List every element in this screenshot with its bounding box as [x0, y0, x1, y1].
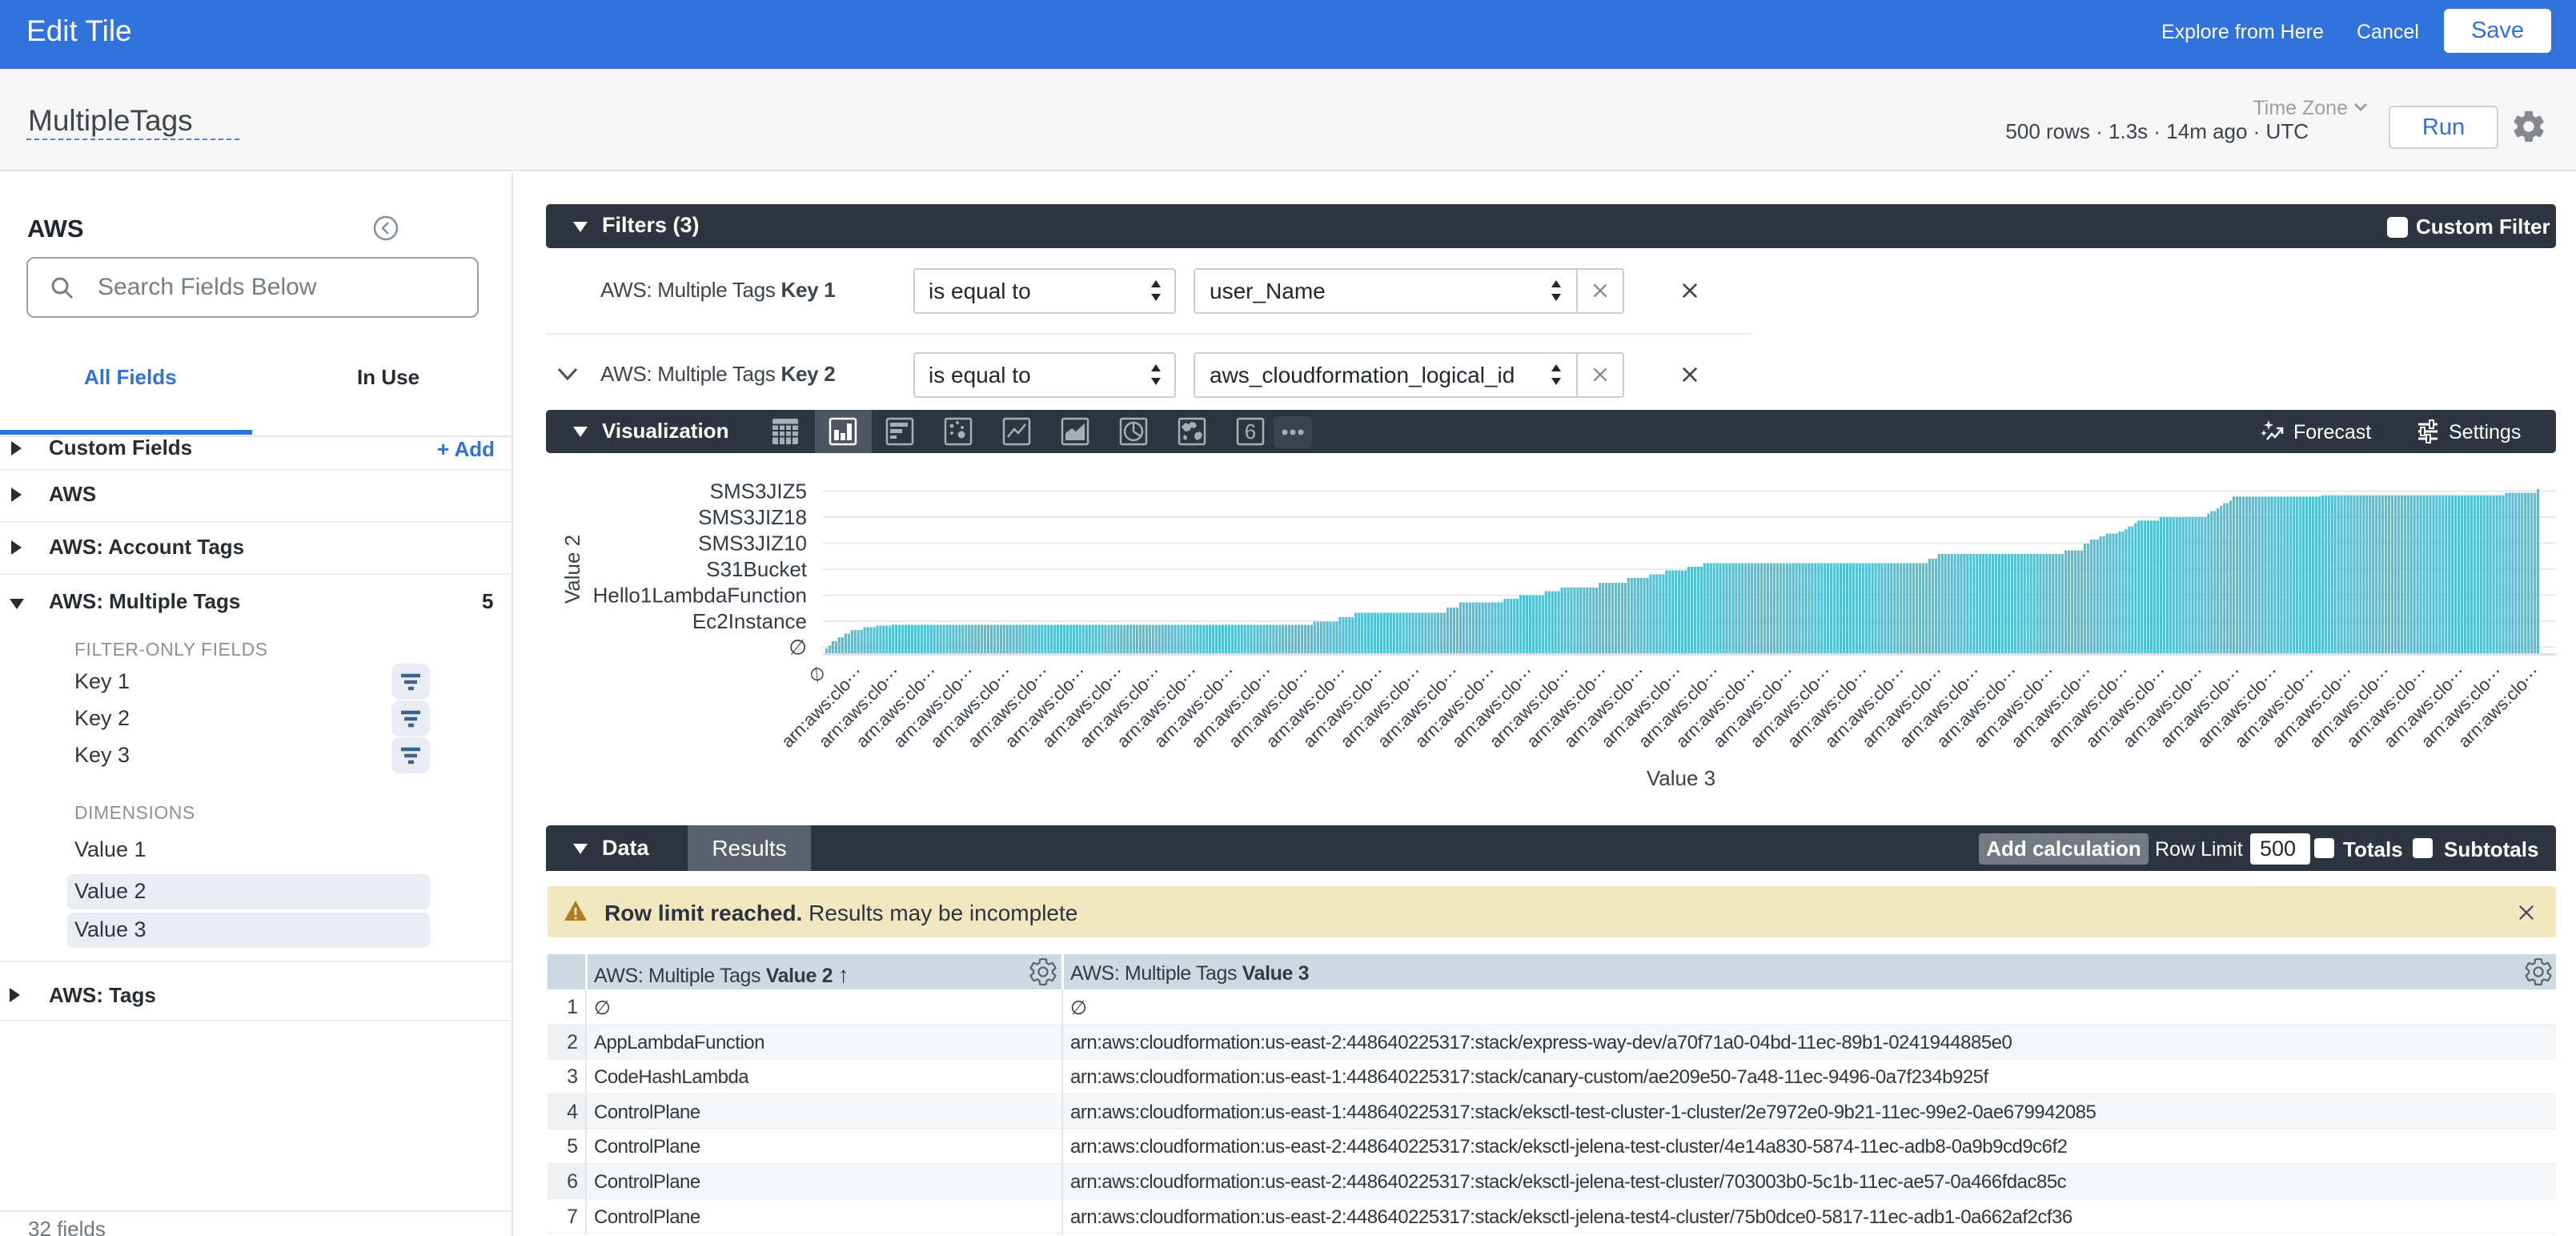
svg-text:∅: ∅	[804, 662, 829, 687]
svg-text:S31Bucket: S31Bucket	[706, 557, 808, 581]
svg-text:6: 6	[1245, 419, 1256, 443]
svg-text:SMS3JIZ10: SMS3JIZ10	[698, 532, 807, 556]
svg-text:Value 2: Value 2	[560, 535, 584, 604]
svg-text:SMS3JIZ5: SMS3JIZ5	[710, 480, 807, 504]
svg-text:Value 3: Value 3	[1647, 766, 1715, 790]
svg-text:∅: ∅	[788, 636, 807, 660]
svg-text:Ec2Instance: Ec2Instance	[692, 609, 807, 633]
svg-text:SMS3JIZ18: SMS3JIZ18	[698, 505, 807, 529]
svg-text:Hello1LambdaFunction: Hello1LambdaFunction	[593, 584, 807, 608]
